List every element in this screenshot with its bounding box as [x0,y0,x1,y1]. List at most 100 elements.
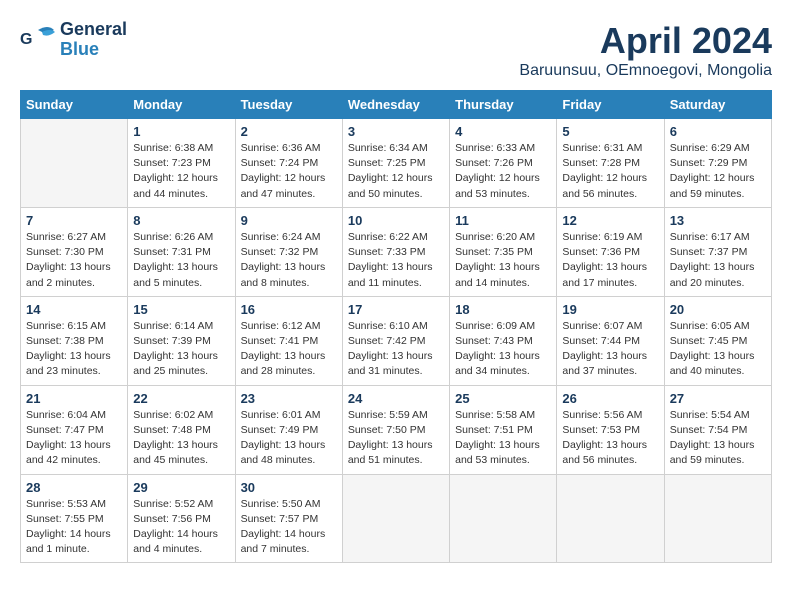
calendar-cell: 26 Sunrise: 5:56 AMSunset: 7:53 PMDayligh… [557,385,664,474]
day-info: Sunrise: 6:15 AMSunset: 7:38 PMDaylight:… [26,319,122,380]
calendar-header-wednesday: Wednesday [342,91,449,119]
calendar-cell: 6 Sunrise: 6:29 AMSunset: 7:29 PMDaylight… [664,119,771,208]
day-info: Sunrise: 6:02 AMSunset: 7:48 PMDaylight:… [133,408,229,469]
calendar-cell: 5 Sunrise: 6:31 AMSunset: 7:28 PMDaylight… [557,119,664,208]
day-number: 29 [133,480,229,495]
day-number: 23 [241,391,337,406]
calendar-cell: 20 Sunrise: 6:05 AMSunset: 7:45 PMDayligh… [664,296,771,385]
calendar-week-5: 28Sunrise: 5:53 AMSunset: 7:55 PMDayligh… [21,474,772,563]
day-info: Sunrise: 5:58 AMSunset: 7:51 PMDaylight:… [455,408,551,469]
calendar-header-row: SundayMondayTuesdayWednesdayThursdayFrid… [21,91,772,119]
day-number: 30 [241,480,337,495]
day-number: 28 [26,480,122,495]
calendar-header-tuesday: Tuesday [235,91,342,119]
calendar-cell: 22 Sunrise: 6:02 AMSunset: 7:48 PMDayligh… [128,385,235,474]
calendar-cell: 21 Sunrise: 6:04 AMSunset: 7:47 PMDayligh… [21,385,128,474]
calendar-header-saturday: Saturday [664,91,771,119]
day-info: Sunrise: 6:17 AMSunset: 7:37 PMDaylight:… [670,230,766,291]
calendar-cell: 1Sunrise: 6:38 AMSunset: 7:23 PMDaylight… [128,119,235,208]
day-number: 6 [670,124,766,139]
calendar-cell [21,119,128,208]
calendar-cell: 28Sunrise: 5:53 AMSunset: 7:55 PMDayligh… [21,474,128,563]
calendar-cell: 10Sunrise: 6:22 AMSunset: 7:33 PMDayligh… [342,207,449,296]
day-number: 22 [133,391,229,406]
calendar-cell: 18Sunrise: 6:09 AMSunset: 7:43 PMDayligh… [450,296,557,385]
day-number: 15 [133,302,229,317]
day-number: 20 [670,302,766,317]
calendar-cell: 14 Sunrise: 6:15 AMSunset: 7:38 PMDayligh… [21,296,128,385]
day-number: 14 [26,302,122,317]
day-number: 5 [562,124,658,139]
logo-blue: Blue [60,40,127,60]
day-info: Sunrise: 6:33 AMSunset: 7:26 PMDaylight:… [455,141,551,202]
calendar-cell: 29Sunrise: 5:52 AMSunset: 7:56 PMDayligh… [128,474,235,563]
calendar-week-2: 7 Sunrise: 6:27 AMSunset: 7:30 PMDaylight… [21,207,772,296]
day-info: Sunrise: 6:31 AMSunset: 7:28 PMDaylight:… [562,141,658,202]
day-info: Sunrise: 5:50 AMSunset: 7:57 PMDaylight:… [241,497,337,558]
day-number: 2 [241,124,337,139]
day-number: 25 [455,391,551,406]
day-info: Sunrise: 5:59 AMSunset: 7:50 PMDaylight:… [348,408,444,469]
day-number: 18 [455,302,551,317]
calendar-cell: 25 Sunrise: 5:58 AMSunset: 7:51 PMDayligh… [450,385,557,474]
day-number: 27 [670,391,766,406]
subtitle: Baruunsuu, OEmnoegovi, Mongolia [519,62,772,80]
day-number: 8 [133,213,229,228]
day-number: 3 [348,124,444,139]
calendar-cell: 8 Sunrise: 6:26 AMSunset: 7:31 PMDaylight… [128,207,235,296]
calendar-week-3: 14 Sunrise: 6:15 AMSunset: 7:38 PMDayligh… [21,296,772,385]
main-title: April 2024 [519,20,772,62]
day-number: 12 [562,213,658,228]
calendar-cell [664,474,771,563]
calendar-cell: 17 Sunrise: 6:10 AMSunset: 7:42 PMDayligh… [342,296,449,385]
calendar-header-sunday: Sunday [21,91,128,119]
calendar-cell: 9 Sunrise: 6:24 AMSunset: 7:32 PMDaylight… [235,207,342,296]
day-info: Sunrise: 6:27 AMSunset: 7:30 PMDaylight:… [26,230,122,291]
day-number: 1 [133,124,229,139]
day-info: Sunrise: 6:05 AMSunset: 7:45 PMDaylight:… [670,319,766,380]
calendar-cell [557,474,664,563]
day-number: 7 [26,213,122,228]
calendar-week-1: 1Sunrise: 6:38 AMSunset: 7:23 PMDaylight… [21,119,772,208]
day-info: Sunrise: 6:01 AMSunset: 7:49 PMDaylight:… [241,408,337,469]
calendar-cell [342,474,449,563]
day-number: 21 [26,391,122,406]
day-number: 26 [562,391,658,406]
day-number: 9 [241,213,337,228]
day-info: Sunrise: 6:04 AMSunset: 7:47 PMDaylight:… [26,408,122,469]
day-info: Sunrise: 6:14 AMSunset: 7:39 PMDaylight:… [133,319,229,380]
day-info: Sunrise: 6:12 AMSunset: 7:41 PMDaylight:… [241,319,337,380]
day-info: Sunrise: 6:20 AMSunset: 7:35 PMDaylight:… [455,230,551,291]
calendar-header-monday: Monday [128,91,235,119]
calendar-cell: 23 Sunrise: 6:01 AMSunset: 7:49 PMDayligh… [235,385,342,474]
day-info: Sunrise: 6:36 AMSunset: 7:24 PMDaylight:… [241,141,337,202]
day-number: 16 [241,302,337,317]
calendar-cell: 15 Sunrise: 6:14 AMSunset: 7:39 PMDayligh… [128,296,235,385]
calendar-cell: 13 Sunrise: 6:17 AMSunset: 7:37 PMDayligh… [664,207,771,296]
calendar-cell: 24 Sunrise: 5:59 AMSunset: 7:50 PMDayligh… [342,385,449,474]
day-number: 10 [348,213,444,228]
day-info: Sunrise: 5:56 AMSunset: 7:53 PMDaylight:… [562,408,658,469]
day-number: 13 [670,213,766,228]
day-number: 19 [562,302,658,317]
day-info: Sunrise: 5:54 AMSunset: 7:54 PMDaylight:… [670,408,766,469]
day-number: 17 [348,302,444,317]
calendar-cell: 2 Sunrise: 6:36 AMSunset: 7:24 PMDaylight… [235,119,342,208]
day-number: 24 [348,391,444,406]
logo-general: General [60,20,127,40]
title-block: April 2024 Baruunsuu, OEmnoegovi, Mongol… [519,20,772,80]
calendar-cell: 3Sunrise: 6:34 AMSunset: 7:25 PMDaylight… [342,119,449,208]
calendar-cell: 11 Sunrise: 6:20 AMSunset: 7:35 PMDayligh… [450,207,557,296]
calendar-cell: 16 Sunrise: 6:12 AMSunset: 7:41 PMDayligh… [235,296,342,385]
day-info: Sunrise: 6:29 AMSunset: 7:29 PMDaylight:… [670,141,766,202]
calendar-cell: 30 Sunrise: 5:50 AMSunset: 7:57 PMDayligh… [235,474,342,563]
day-info: Sunrise: 6:24 AMSunset: 7:32 PMDaylight:… [241,230,337,291]
day-number: 11 [455,213,551,228]
page-header: G General Blue April 2024 Baruunsuu, OEm… [20,20,772,80]
day-info: Sunrise: 6:10 AMSunset: 7:42 PMDaylight:… [348,319,444,380]
calendar-week-4: 21 Sunrise: 6:04 AMSunset: 7:47 PMDayligh… [21,385,772,474]
calendar-cell: 19Sunrise: 6:07 AMSunset: 7:44 PMDayligh… [557,296,664,385]
svg-text:G: G [20,31,32,48]
calendar-cell [450,474,557,563]
day-info: Sunrise: 6:26 AMSunset: 7:31 PMDaylight:… [133,230,229,291]
